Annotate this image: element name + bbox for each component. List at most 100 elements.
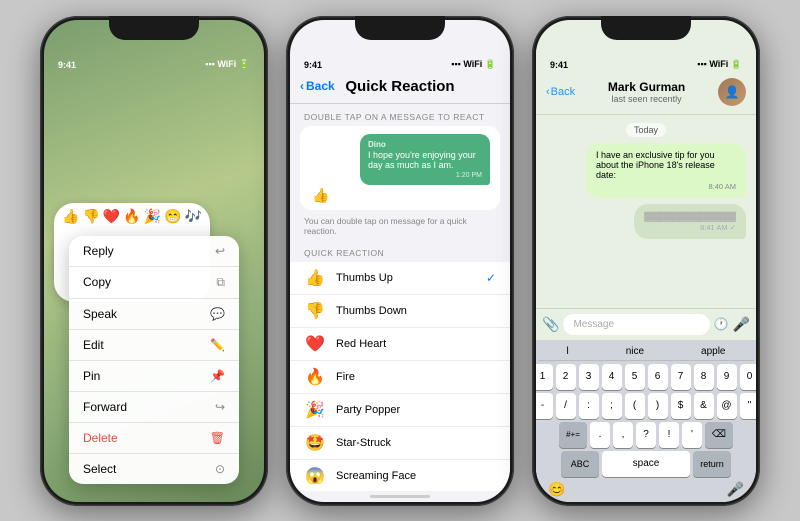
key-apostrophe[interactable]: '	[682, 422, 702, 448]
key-amp[interactable]: &	[694, 393, 714, 419]
reaction-dots: ▓▓▓▓▓▓▓▓▓▓▓▓▓▓	[644, 211, 736, 221]
key-return[interactable]: return	[693, 451, 731, 477]
menu-reply[interactable]: Reply ↩	[69, 236, 239, 267]
preview-time: 1:20 PM	[368, 172, 482, 179]
key-quote[interactable]: "	[740, 393, 757, 419]
reaction-row-heart[interactable]: ❤️ Red Heart	[290, 328, 510, 361]
key-5[interactable]: 5	[625, 364, 645, 390]
preview-msg: Dino I hope you're enjoying your day as …	[360, 134, 490, 185]
key-0[interactable]: 0	[740, 364, 757, 390]
speak-label: Speak	[83, 307, 117, 321]
mic-kb-icon[interactable]: 🎤	[727, 481, 744, 498]
emoji-party: 🎉	[304, 400, 326, 420]
msg-time-1: 8:40 AM	[596, 182, 736, 191]
back-button-3[interactable]: ‹ Back	[546, 86, 575, 98]
hint-text: You can double tap on message for a quic…	[290, 214, 510, 242]
key-7[interactable]: 7	[671, 364, 691, 390]
reaction-row-fire[interactable]: 🔥 Fire	[290, 361, 510, 394]
nav-header-2: ‹ Back Quick Reaction	[290, 76, 510, 104]
menu-delete[interactable]: Delete 🗑	[69, 423, 239, 454]
menu-copy[interactable]: Copy ⧉	[69, 267, 239, 299]
emoji-thumbsdown: 👎	[304, 301, 326, 321]
time-2: 9:41	[304, 60, 322, 70]
attach-icon[interactable]: 📎	[542, 316, 559, 333]
edit-label: Edit	[83, 338, 104, 352]
chat-header: ‹ Back Mark Gurman last seen recently 👤	[536, 76, 756, 115]
key-exclaim[interactable]: !	[659, 422, 679, 448]
edit-icon: ✏️	[210, 338, 225, 352]
menu-select[interactable]: Select ⊙	[69, 454, 239, 484]
pred-1[interactable]: l	[566, 346, 568, 357]
key-backspace[interactable]: ⌫	[705, 422, 733, 448]
back-label-3: Back	[551, 86, 575, 98]
msg-text-1: I have an exclusive tip for you about th…	[596, 150, 736, 180]
key-close-paren[interactable]: )	[648, 393, 668, 419]
reaction-row-starstruck[interactable]: 🤩 Star-Struck	[290, 427, 510, 460]
key-period[interactable]: .	[590, 422, 610, 448]
key-6[interactable]: 6	[648, 364, 668, 390]
label-thumbsdown: Thumbs Down	[336, 305, 496, 317]
key-2[interactable]: 2	[556, 364, 576, 390]
keyboard: l nice apple 1 2 3 4 5 6 7 8 9 0	[536, 340, 756, 502]
signal-icons-1: ▪▪▪ WiFi 🔋	[205, 59, 250, 70]
time-1: 9:41	[58, 60, 76, 70]
menu-pin[interactable]: Pin 📌	[69, 361, 239, 392]
forward-icon: ↪	[215, 400, 225, 414]
msg-reaction: ▓▓▓▓▓▓▓▓▓▓▓▓▓▓ 8:41 AM ✓	[634, 204, 746, 239]
emoji-icon[interactable]: 😊	[548, 481, 565, 498]
key-9[interactable]: 9	[717, 364, 737, 390]
back-label-2: Back	[306, 79, 335, 93]
avatar-initials: 👤	[725, 85, 740, 99]
reaction-row-party[interactable]: 🎉 Party Popper	[290, 394, 510, 427]
key-abc[interactable]: ABC	[561, 451, 599, 477]
back-button-2[interactable]: ‹ Back	[300, 79, 335, 93]
signal-3: ▪▪▪ WiFi 🔋	[697, 59, 742, 70]
menu-forward[interactable]: Forward ↪	[69, 392, 239, 423]
mic-icon[interactable]: 🎤	[733, 316, 750, 333]
msg-out-1: I have an exclusive tip for you about th…	[586, 143, 746, 198]
preview-sender: Dino	[368, 140, 482, 149]
status-bar-2: 9:41 ▪▪▪ WiFi 🔋	[290, 48, 510, 76]
key-question[interactable]: ?	[636, 422, 656, 448]
nav-title-2: Quick Reaction	[345, 78, 454, 95]
clock-icon[interactable]: 🕐	[714, 317, 729, 331]
reaction-row-thumbsup[interactable]: 👍 Thumbs Up ✓	[290, 262, 510, 295]
chat-body: Today I have an exclusive tip for you ab…	[536, 115, 756, 308]
preview-reaction-emoji: 👍	[312, 187, 494, 204]
key-4[interactable]: 4	[602, 364, 622, 390]
key-dollar[interactable]: $	[671, 393, 691, 419]
key-1[interactable]: 1	[536, 364, 553, 390]
key-3[interactable]: 3	[579, 364, 599, 390]
scroll-indicator-2	[370, 495, 430, 498]
section-quick-reaction: QUICK REACTION	[290, 242, 510, 262]
delete-label: Delete	[83, 431, 118, 445]
key-semi[interactable]: ;	[602, 393, 622, 419]
key-open-paren[interactable]: (	[625, 393, 645, 419]
reaction-row-screaming[interactable]: 😱 Screaming Face	[290, 460, 510, 491]
label-heart: Red Heart	[336, 338, 496, 350]
reply-icon: ↩	[215, 244, 225, 258]
pin-icon: 📌	[210, 369, 225, 383]
kb-row-4: ABC space return	[538, 451, 754, 477]
section-double-tap: DOUBLE TAP ON A MESSAGE TO REACT	[290, 104, 510, 126]
notch-2	[355, 16, 445, 40]
label-starstruck: Star-Struck	[336, 437, 496, 449]
key-comma[interactable]: ,	[613, 422, 633, 448]
key-space[interactable]: space	[602, 451, 690, 477]
key-dash[interactable]: -	[536, 393, 553, 419]
key-slash[interactable]: /	[556, 393, 576, 419]
pred-3[interactable]: apple	[701, 346, 725, 357]
context-menu: Reply ↩ Copy ⧉ Speak 💬 Edit ✏️ Pin 📌	[69, 236, 239, 484]
label-thumbsup: Thumbs Up	[336, 272, 476, 284]
key-symbols[interactable]: #+=	[559, 422, 587, 448]
key-colon[interactable]: :	[579, 393, 599, 419]
key-8[interactable]: 8	[694, 364, 714, 390]
message-input[interactable]: Message	[563, 314, 709, 335]
preview-message: I hope you're enjoying your day as much …	[368, 150, 482, 170]
menu-edit[interactable]: Edit ✏️	[69, 330, 239, 361]
key-at[interactable]: @	[717, 393, 737, 419]
select-icon: ⊙	[215, 462, 225, 476]
menu-speak[interactable]: Speak 💬	[69, 299, 239, 330]
pred-2[interactable]: nice	[626, 346, 644, 357]
reaction-row-thumbsdown[interactable]: 👎 Thumbs Down	[290, 295, 510, 328]
